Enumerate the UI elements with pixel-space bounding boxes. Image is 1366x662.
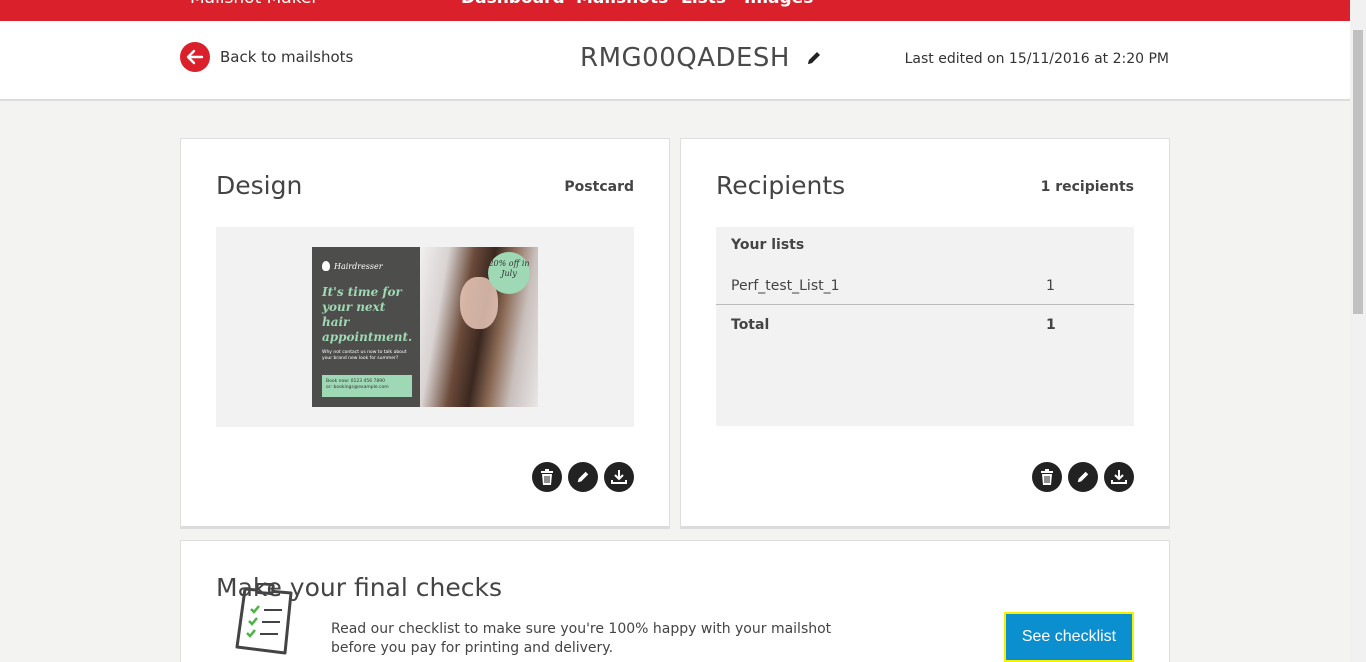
table-row: Perf_test_List_1 1: [716, 267, 1134, 305]
total-row: Total 1: [716, 306, 1134, 344]
total-label: Total: [731, 317, 770, 333]
total-count: 1: [1046, 317, 1056, 333]
recipients-heading: Recipients: [716, 171, 846, 200]
recipients-count: 1 recipients: [1040, 179, 1134, 195]
final-checks-text: Read our checklist to make sure you're 1…: [331, 621, 832, 656]
download-design-icon[interactable]: [604, 462, 634, 492]
recipients-card: Recipients 1 recipients Your lists Perf_…: [680, 138, 1170, 529]
back-arrow-icon: [180, 42, 210, 72]
postcard-offer-badge: 20% off in July: [488, 252, 530, 294]
back-to-mailshots-link[interactable]: Back to mailshots: [180, 42, 353, 72]
list-count: 1: [1046, 277, 1055, 294]
delete-recipients-trash-icon[interactable]: [1032, 462, 1062, 492]
back-label: Back to mailshots: [220, 48, 354, 66]
page-scrollbar[interactable]: [1350, 0, 1366, 662]
download-recipients-icon[interactable]: [1104, 462, 1134, 492]
postcard-photo: 20% off in July: [420, 247, 538, 407]
scrollbar-thumb[interactable]: [1353, 30, 1363, 314]
design-type: Postcard: [564, 179, 634, 195]
postcard-thumbnail: Hairdresser It's time for your next hair…: [312, 247, 538, 407]
design-preview[interactable]: Hairdresser It's time for your next hair…: [216, 227, 634, 427]
delete-design-trash-icon[interactable]: [532, 462, 562, 492]
list-name: Perf_test_List_1: [731, 277, 840, 294]
top-navigation: Mailshot Maker Dashboard Mailshots Lists…: [0, 0, 1350, 21]
design-heading: Design: [216, 171, 303, 200]
edit-title-pencil-icon[interactable]: [806, 50, 822, 66]
mailshot-header: Back to mailshots RMG00QADESH Last edite…: [0, 21, 1350, 101]
last-edited-text: Last edited on 15/11/2016 at 2:20 PM: [904, 51, 1169, 67]
final-checks-title: Make your final checks: [216, 573, 502, 602]
postcard-contact-email: or: bookings@example.com: [326, 385, 389, 390]
hairdresser-logo-icon: [322, 261, 330, 271]
see-checklist-button[interactable]: See checklist: [1004, 612, 1134, 662]
nav-link-images[interactable]: Images: [744, 0, 813, 8]
postcard-body: Why not contact us now to talk about you…: [322, 350, 407, 361]
postcard-brand: Hairdresser: [334, 261, 383, 271]
recipient-lists-table: Your lists Perf_test_List_1 1 Total 1: [716, 227, 1134, 426]
your-lists-header: Your lists: [731, 237, 805, 253]
edit-recipients-pencil-icon[interactable]: [1068, 462, 1098, 492]
nav-link-mailshots[interactable]: Mailshots: [576, 0, 668, 8]
postcard-headline: It's time for your next hair appointment…: [322, 285, 413, 344]
mailshot-title: RMG00QADESH: [580, 43, 790, 73]
final-checks-card: Make your final checks Read our checklis…: [180, 540, 1170, 662]
postcard-contact: Book now: 0123 456 7890 or: bookings@exa…: [322, 375, 412, 397]
nav-link-dashboard[interactable]: Dashboard: [461, 0, 565, 8]
brand-name[interactable]: Mailshot Maker: [190, 0, 318, 8]
nav-link-lists[interactable]: Lists: [681, 0, 726, 8]
design-card: Design Postcard Hairdresser It's time fo…: [180, 138, 670, 529]
edit-design-pencil-icon[interactable]: [568, 462, 598, 492]
